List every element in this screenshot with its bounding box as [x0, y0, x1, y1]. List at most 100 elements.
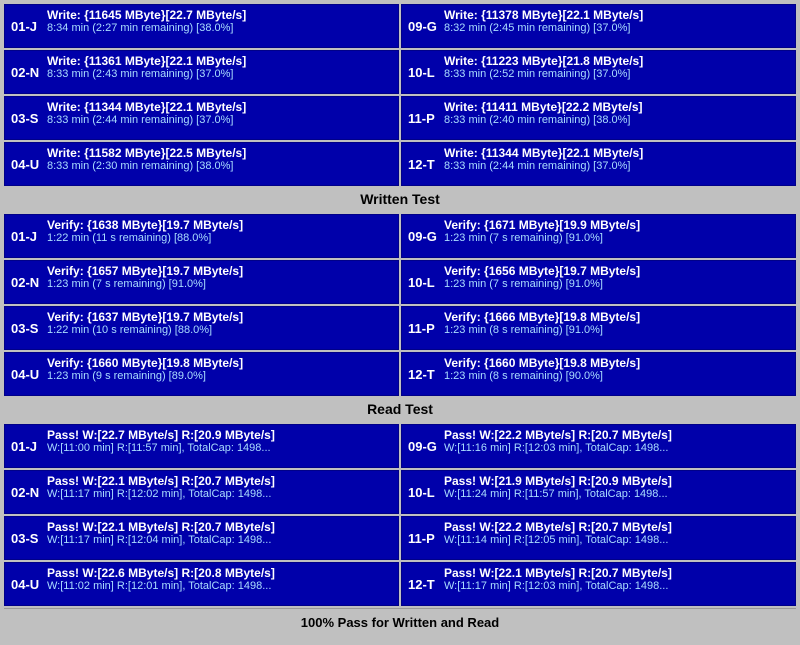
cell-line2: 1:23 min (7 s remaining) [91.0%]: [47, 278, 392, 290]
cell-line1: Pass! W:[22.1 MByte/s] R:[20.7 MByte/s]: [444, 566, 789, 580]
cell-line1: Write: {11378 MByte}[22.1 MByte/s]: [444, 8, 789, 22]
cell-line2: 8:34 min (2:27 min remaining) [38.0%]: [47, 22, 392, 34]
cell-device-id: 01-J: [11, 19, 47, 34]
cell-03-s: 03-SWrite: {11344 MByte}[22.1 MByte/s]8:…: [4, 96, 399, 140]
pass-section: 01-JPass! W:[22.7 MByte/s] R:[20.9 MByte…: [4, 424, 796, 606]
verify-section: 01-JVerify: {1638 MByte}[19.7 MByte/s]1:…: [4, 214, 796, 422]
cell-device-id: 12-T: [408, 367, 444, 382]
cell-line2: 1:23 min (9 s remaining) [89.0%]: [47, 370, 392, 382]
cell-12-t: 12-TWrite: {11344 MByte}[22.1 MByte/s]8:…: [401, 142, 796, 186]
cell-line1: Verify: {1660 MByte}[19.8 MByte/s]: [444, 356, 789, 370]
write-grid: 01-JWrite: {11645 MByte}[22.7 MByte/s]8:…: [4, 4, 796, 186]
cell-02-n: 02-NWrite: {11361 MByte}[22.1 MByte/s]8:…: [4, 50, 399, 94]
write-section: 01-JWrite: {11645 MByte}[22.7 MByte/s]8:…: [4, 4, 796, 212]
cell-device-id: 10-L: [408, 485, 444, 500]
cell-device-id: 10-L: [408, 65, 444, 80]
written-test-header: Written Test: [4, 186, 796, 212]
cell-12-t: 12-TVerify: {1660 MByte}[19.8 MByte/s]1:…: [401, 352, 796, 396]
cell-02-n: 02-NPass! W:[22.1 MByte/s] R:[20.7 MByte…: [4, 470, 399, 514]
cell-line2: 1:22 min (10 s remaining) [88.0%]: [47, 324, 392, 336]
cell-device-id: 04-U: [11, 157, 47, 172]
cell-03-s: 03-SPass! W:[22.1 MByte/s] R:[20.7 MByte…: [4, 516, 399, 560]
cell-line1: Write: {11344 MByte}[22.1 MByte/s]: [47, 100, 392, 114]
cell-line2: 1:23 min (8 s remaining) [90.0%]: [444, 370, 789, 382]
cell-device-id: 10-L: [408, 275, 444, 290]
cell-line1: Write: {11361 MByte}[22.1 MByte/s]: [47, 54, 392, 68]
cell-12-t: 12-TPass! W:[22.1 MByte/s] R:[20.7 MByte…: [401, 562, 796, 606]
cell-device-id: 01-J: [11, 229, 47, 244]
cell-line2: 8:33 min (2:52 min remaining) [37.0%]: [444, 68, 789, 80]
cell-line1: Verify: {1638 MByte}[19.7 MByte/s]: [47, 218, 392, 232]
cell-09-g: 09-GWrite: {11378 MByte}[22.1 MByte/s]8:…: [401, 4, 796, 48]
cell-device-id: 12-T: [408, 577, 444, 592]
cell-11-p: 11-PVerify: {1666 MByte}[19.8 MByte/s]1:…: [401, 306, 796, 350]
cell-device-id: 02-N: [11, 485, 47, 500]
cell-line2: 8:33 min (2:43 min remaining) [37.0%]: [47, 68, 392, 80]
cell-line1: Pass! W:[22.6 MByte/s] R:[20.8 MByte/s]: [47, 566, 392, 580]
cell-01-j: 01-JWrite: {11645 MByte}[22.7 MByte/s]8:…: [4, 4, 399, 48]
main-container: 01-JWrite: {11645 MByte}[22.7 MByte/s]8:…: [0, 0, 800, 640]
cell-01-j: 01-JPass! W:[22.7 MByte/s] R:[20.9 MByte…: [4, 424, 399, 468]
cell-line2: 1:23 min (7 s remaining) [91.0%]: [444, 232, 789, 244]
cell-line2: 8:33 min (2:44 min remaining) [37.0%]: [444, 160, 789, 172]
cell-04-u: 04-UWrite: {11582 MByte}[22.5 MByte/s]8:…: [4, 142, 399, 186]
cell-line1: Pass! W:[22.2 MByte/s] R:[20.7 MByte/s]: [444, 520, 789, 534]
cell-line2: W:[11:14 min] R:[12:05 min], TotalCap: 1…: [444, 534, 789, 546]
cell-line1: Write: {11344 MByte}[22.1 MByte/s]: [444, 146, 789, 160]
pass-grid: 01-JPass! W:[22.7 MByte/s] R:[20.9 MByte…: [4, 424, 796, 606]
verify-grid: 01-JVerify: {1638 MByte}[19.7 MByte/s]1:…: [4, 214, 796, 396]
cell-11-p: 11-PWrite: {11411 MByte}[22.2 MByte/s]8:…: [401, 96, 796, 140]
cell-line1: Write: {11645 MByte}[22.7 MByte/s]: [47, 8, 392, 22]
cell-device-id: 09-G: [408, 19, 444, 34]
cell-line1: Verify: {1666 MByte}[19.8 MByte/s]: [444, 310, 789, 324]
cell-device-id: 09-G: [408, 229, 444, 244]
cell-line1: Write: {11223 MByte}[21.8 MByte/s]: [444, 54, 789, 68]
footer-status: 100% Pass for Written and Read: [4, 608, 796, 636]
cell-line2: W:[11:17 min] R:[12:04 min], TotalCap: 1…: [47, 534, 392, 546]
cell-device-id: 04-U: [11, 367, 47, 382]
cell-line1: Verify: {1671 MByte}[19.9 MByte/s]: [444, 218, 789, 232]
cell-device-id: 11-P: [408, 111, 444, 126]
cell-line2: 8:33 min (2:44 min remaining) [37.0%]: [47, 114, 392, 126]
cell-line1: Verify: {1657 MByte}[19.7 MByte/s]: [47, 264, 392, 278]
cell-09-g: 09-GVerify: {1671 MByte}[19.9 MByte/s]1:…: [401, 214, 796, 258]
cell-line2: 1:22 min (11 s remaining) [88.0%]: [47, 232, 392, 244]
cell-10-l: 10-LWrite: {11223 MByte}[21.8 MByte/s]8:…: [401, 50, 796, 94]
cell-line1: Pass! W:[22.7 MByte/s] R:[20.9 MByte/s]: [47, 428, 392, 442]
cell-line1: Verify: {1660 MByte}[19.8 MByte/s]: [47, 356, 392, 370]
cell-03-s: 03-SVerify: {1637 MByte}[19.7 MByte/s]1:…: [4, 306, 399, 350]
cell-device-id: 11-P: [408, 321, 444, 336]
cell-device-id: 03-S: [11, 321, 47, 336]
cell-device-id: 03-S: [11, 531, 47, 546]
cell-device-id: 04-U: [11, 577, 47, 592]
cell-line1: Pass! W:[21.9 MByte/s] R:[20.9 MByte/s]: [444, 474, 789, 488]
cell-line2: 8:33 min (2:30 min remaining) [38.0%]: [47, 160, 392, 172]
cell-device-id: 02-N: [11, 275, 47, 290]
cell-line2: W:[11:24 min] R:[11:57 min], TotalCap: 1…: [444, 488, 789, 500]
cell-line2: 8:32 min (2:45 min remaining) [37.0%]: [444, 22, 789, 34]
cell-04-u: 04-UVerify: {1660 MByte}[19.8 MByte/s]1:…: [4, 352, 399, 396]
cell-line2: W:[11:17 min] R:[12:02 min], TotalCap: 1…: [47, 488, 392, 500]
cell-line1: Verify: {1656 MByte}[19.7 MByte/s]: [444, 264, 789, 278]
cell-11-p: 11-PPass! W:[22.2 MByte/s] R:[20.7 MByte…: [401, 516, 796, 560]
cell-line2: 8:33 min (2:40 min remaining) [38.0%]: [444, 114, 789, 126]
cell-10-l: 10-LVerify: {1656 MByte}[19.7 MByte/s]1:…: [401, 260, 796, 304]
cell-line2: 1:23 min (8 s remaining) [91.0%]: [444, 324, 789, 336]
cell-09-g: 09-GPass! W:[22.2 MByte/s] R:[20.7 MByte…: [401, 424, 796, 468]
cell-line2: W:[11:02 min] R:[12:01 min], TotalCap: 1…: [47, 580, 392, 592]
cell-device-id: 02-N: [11, 65, 47, 80]
cell-line2: W:[11:16 min] R:[12:03 min], TotalCap: 1…: [444, 442, 789, 454]
cell-line1: Pass! W:[22.2 MByte/s] R:[20.7 MByte/s]: [444, 428, 789, 442]
read-test-header: Read Test: [4, 396, 796, 422]
cell-line2: W:[11:00 min] R:[11:57 min], TotalCap: 1…: [47, 442, 392, 454]
cell-device-id: 11-P: [408, 531, 444, 546]
cell-01-j: 01-JVerify: {1638 MByte}[19.7 MByte/s]1:…: [4, 214, 399, 258]
cell-10-l: 10-LPass! W:[21.9 MByte/s] R:[20.9 MByte…: [401, 470, 796, 514]
cell-line1: Write: {11582 MByte}[22.5 MByte/s]: [47, 146, 392, 160]
cell-device-id: 03-S: [11, 111, 47, 126]
cell-line1: Write: {11411 MByte}[22.2 MByte/s]: [444, 100, 789, 114]
cell-device-id: 01-J: [11, 439, 47, 454]
cell-line1: Pass! W:[22.1 MByte/s] R:[20.7 MByte/s]: [47, 520, 392, 534]
cell-02-n: 02-NVerify: {1657 MByte}[19.7 MByte/s]1:…: [4, 260, 399, 304]
cell-04-u: 04-UPass! W:[22.6 MByte/s] R:[20.8 MByte…: [4, 562, 399, 606]
